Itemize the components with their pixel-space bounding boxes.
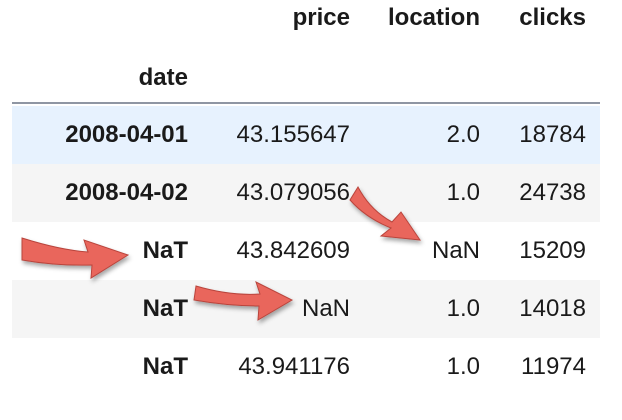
header-divider: [12, 102, 600, 104]
cell-location: 1.0: [446, 295, 480, 322]
table-row: 2008-04-01 43.155647 2.0 18784: [12, 106, 600, 164]
row-index-date: 2008-04-02: [65, 179, 188, 206]
cell-location: 1.0: [446, 353, 480, 380]
row-index-date: NaT: [142, 353, 188, 380]
cell-clicks: 11974: [521, 353, 586, 380]
index-header-date: date: [138, 64, 188, 91]
table-row: NaT 43.842609 NaN 15209: [12, 222, 600, 280]
index-header-row: date: [0, 60, 600, 100]
dataframe-table: price location clicks date 2008-04-01 43…: [0, 0, 622, 420]
table-row: 2008-04-02 43.079056 1.0 24738: [12, 164, 600, 222]
cell-price: 43.155647: [236, 121, 350, 148]
cell-price: 43.941176: [238, 353, 350, 380]
column-header-clicks: clicks: [519, 4, 586, 31]
column-header-price: price: [292, 4, 350, 31]
cell-price: 43.842609: [236, 237, 350, 264]
table-row: NaT 43.941176 1.0 11974: [12, 338, 600, 396]
cell-location: NaN: [431, 237, 480, 264]
cell-location: 1.0: [446, 179, 480, 206]
row-index-date: NaT: [142, 237, 188, 264]
cell-clicks: 18784: [519, 121, 586, 148]
row-index-date: 2008-04-01: [65, 121, 188, 148]
column-header-row: price location clicks: [0, 0, 600, 40]
table-row: NaT NaN 1.0 14018: [12, 280, 600, 338]
column-header-location: location: [387, 4, 480, 31]
cell-price: NaN: [301, 295, 350, 322]
cell-clicks: 14018: [519, 295, 586, 322]
row-index-date: NaT: [142, 295, 188, 322]
cell-clicks: 15209: [519, 237, 586, 264]
cell-clicks: 24738: [519, 179, 586, 206]
cell-location: 2.0: [446, 121, 480, 148]
cell-price: 43.079056: [236, 179, 350, 206]
